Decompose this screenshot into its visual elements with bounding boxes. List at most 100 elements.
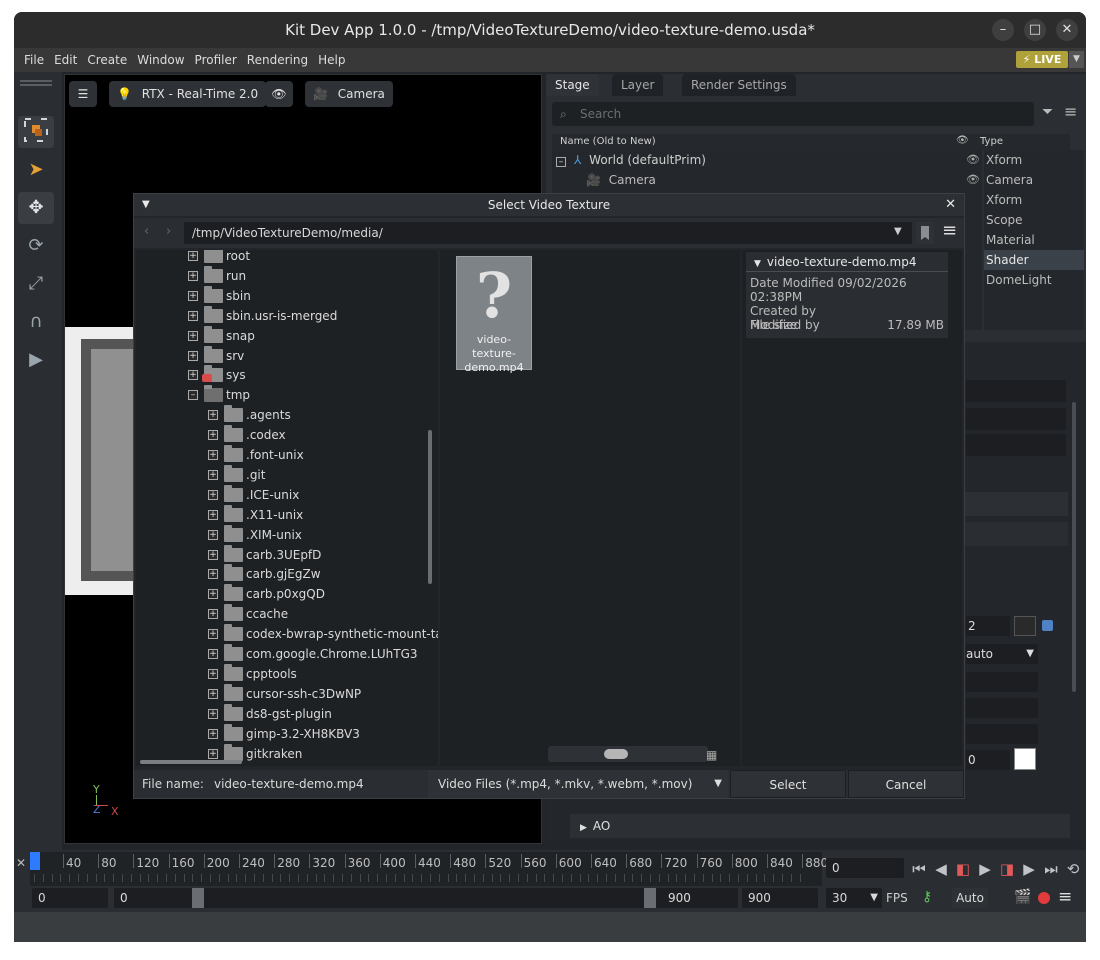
menu-create[interactable]: Create — [82, 48, 132, 72]
expand-icon[interactable]: + — [208, 469, 218, 480]
forward-icon[interactable]: › — [166, 224, 171, 239]
path-input[interactable]: /tmp/VideoTextureDemo/media/ — [184, 222, 912, 244]
next-key-icon[interactable]: ◨ — [998, 860, 1016, 878]
property-section[interactable] — [962, 492, 1068, 516]
scale-tool-icon[interactable]: ⤢ — [18, 268, 54, 300]
expand-icon[interactable]: + — [208, 688, 218, 699]
step-forward-icon[interactable]: ▶ — [1020, 860, 1038, 878]
bookmark-icon[interactable] — [916, 222, 934, 244]
timeline-ruler[interactable]: 40 80 120 160 200 240 280 320 360 400 440 480 520 560… — [30, 852, 828, 886]
expand-icon[interactable]: + — [188, 330, 198, 341]
expand-icon[interactable]: + — [208, 489, 218, 500]
expand-icon[interactable]: + — [208, 529, 218, 540]
expand-icon[interactable]: + — [208, 668, 218, 679]
expand-icon[interactable]: + — [208, 708, 218, 719]
cancel-button[interactable]: Cancel — [848, 770, 964, 798]
expand-icon[interactable]: + — [208, 589, 218, 600]
back-icon[interactable]: ‹ — [144, 224, 149, 239]
file-type-dropdown[interactable]: Video Files (*.mp4, *.mkv, *.webm, *.mov… — [428, 770, 728, 798]
visibility-icon[interactable]: 👁 — [265, 81, 293, 107]
close-timeline-icon[interactable]: ✕ — [16, 856, 26, 870]
property-field[interactable] — [966, 672, 1038, 692]
stage-type-cell[interactable]: Camera — [984, 170, 1084, 190]
visibility-toggle-icon[interactable]: 👁 — [966, 173, 980, 186]
stage-type-cell[interactable]: DomeLight — [984, 270, 1084, 290]
expand-icon[interactable]: + — [208, 569, 218, 580]
loop-icon[interactable]: ⟲ — [1064, 860, 1082, 878]
expand-icon[interactable]: + — [188, 251, 198, 261]
playhead[interactable] — [30, 852, 40, 870]
expand-icon[interactable]: + — [208, 609, 218, 620]
property-field[interactable] — [966, 380, 1066, 402]
collapse-icon[interactable]: – — [556, 157, 566, 167]
step-back-icon[interactable]: ◀ — [932, 860, 950, 878]
clapper-icon[interactable]: 🎬 — [1014, 889, 1031, 905]
minimize-button[interactable]: – — [992, 19, 1014, 41]
property-field[interactable] — [966, 434, 1066, 456]
menu-window[interactable]: Window — [132, 48, 189, 72]
rotate-tool-icon[interactable]: ⟳ — [18, 230, 54, 262]
folder-tree-item[interactable]: + ds8-gst-plugin — [136, 703, 436, 724]
file-hscroll-thumb[interactable] — [604, 749, 628, 759]
section-ao[interactable]: ▶ AO — [570, 814, 1070, 838]
dialog-close-icon[interactable]: ✕ — [945, 194, 956, 216]
property-value-0[interactable]: 0 — [966, 750, 1010, 770]
expand-icon[interactable]: + — [208, 509, 218, 520]
skip-to-end-icon[interactable]: ⏭ — [1042, 860, 1060, 878]
play-icon[interactable]: ▶ — [976, 860, 994, 878]
stage-row-world[interactable]: – ⅄ World (defaultPrim) — [556, 150, 706, 170]
path-dropdown-icon[interactable]: ▼ — [894, 226, 902, 237]
fps-dropdown[interactable]: 30 ▼ — [826, 888, 882, 908]
live-button[interactable]: ⚡ LIVE — [1016, 51, 1068, 68]
play-tool-icon[interactable]: ▶ — [18, 344, 54, 376]
expand-icon[interactable]: + — [208, 728, 218, 739]
property-field[interactable] — [966, 408, 1066, 430]
expand-icon[interactable]: + — [188, 350, 198, 361]
folder-tree-item[interactable]: + com.google.Chrome.LUhTG3 — [136, 644, 436, 664]
key-icon[interactable]: ⚷ — [922, 889, 932, 905]
property-scrollbar[interactable] — [1072, 402, 1076, 692]
menu-edit[interactable]: Edit — [49, 48, 82, 72]
folder-tree-item[interactable]: – tmp — [136, 385, 436, 405]
expand-icon[interactable]: + — [188, 370, 198, 381]
folder-tree-item[interactable]: + cursor-ssh-c3DwNP — [136, 683, 436, 704]
filename-input[interactable]: video-texture-demo.mp4 — [204, 773, 424, 795]
folder-tree-item[interactable]: + snap — [136, 325, 436, 346]
camera-button[interactable]: 🎥 Camera — [305, 81, 393, 107]
stage-type-cell[interactable]: Material — [984, 230, 1084, 250]
expand-icon[interactable]: + — [208, 629, 218, 640]
collapse-icon[interactable]: – — [188, 390, 198, 401]
folder-tree-item[interactable]: + run — [136, 265, 436, 286]
expand-icon[interactable]: + — [208, 450, 218, 460]
renderer-button[interactable]: 💡 RTX - Real-Time 2.0 — [109, 81, 267, 107]
keyframe-icon[interactable] — [1042, 620, 1053, 631]
tab-render-settings[interactable]: Render Settings — [682, 74, 796, 96]
stage-menu-icon[interactable]: ≡ — [1064, 102, 1077, 121]
property-value-2[interactable]: 2 — [966, 616, 1010, 636]
range-start-handle[interactable] — [192, 888, 204, 908]
snap-tool-icon[interactable]: ∩ — [18, 306, 54, 338]
tab-stage[interactable]: Stage — [546, 74, 599, 96]
tab-layer[interactable]: Layer — [612, 74, 664, 96]
menu-help[interactable]: Help — [313, 48, 350, 72]
folder-tree-item[interactable]: + .git — [136, 464, 436, 485]
expand-icon[interactable]: + — [188, 270, 198, 281]
folder-tree-item[interactable]: + ccache — [136, 604, 436, 624]
folder-tree-item[interactable]: + gimp-3.2-XH8KBV3 — [136, 723, 436, 744]
expand-icon[interactable]: + — [208, 410, 218, 421]
property-section[interactable] — [962, 522, 1068, 546]
tree-scrollbar[interactable] — [428, 430, 432, 584]
expand-icon[interactable]: + — [188, 310, 198, 321]
options-menu-icon[interactable]: ≡ — [942, 220, 957, 241]
pointer-tool-icon[interactable]: ➤ — [18, 154, 54, 186]
property-field[interactable] — [966, 724, 1038, 744]
file-hscrollbar[interactable] — [548, 746, 708, 762]
folder-tree-item[interactable]: + carb.p0xgQD — [136, 584, 436, 604]
expand-icon[interactable]: + — [208, 748, 218, 759]
color-swatch-white[interactable] — [1014, 748, 1036, 770]
menu-profiler[interactable]: Profiler — [190, 48, 242, 72]
property-dropdown-auto[interactable]: auto ▼ — [966, 644, 1038, 664]
timeline-menu-icon[interactable]: ≡ — [1058, 887, 1072, 907]
expand-icon[interactable]: + — [208, 549, 218, 560]
range-end-handle[interactable] — [644, 888, 656, 908]
